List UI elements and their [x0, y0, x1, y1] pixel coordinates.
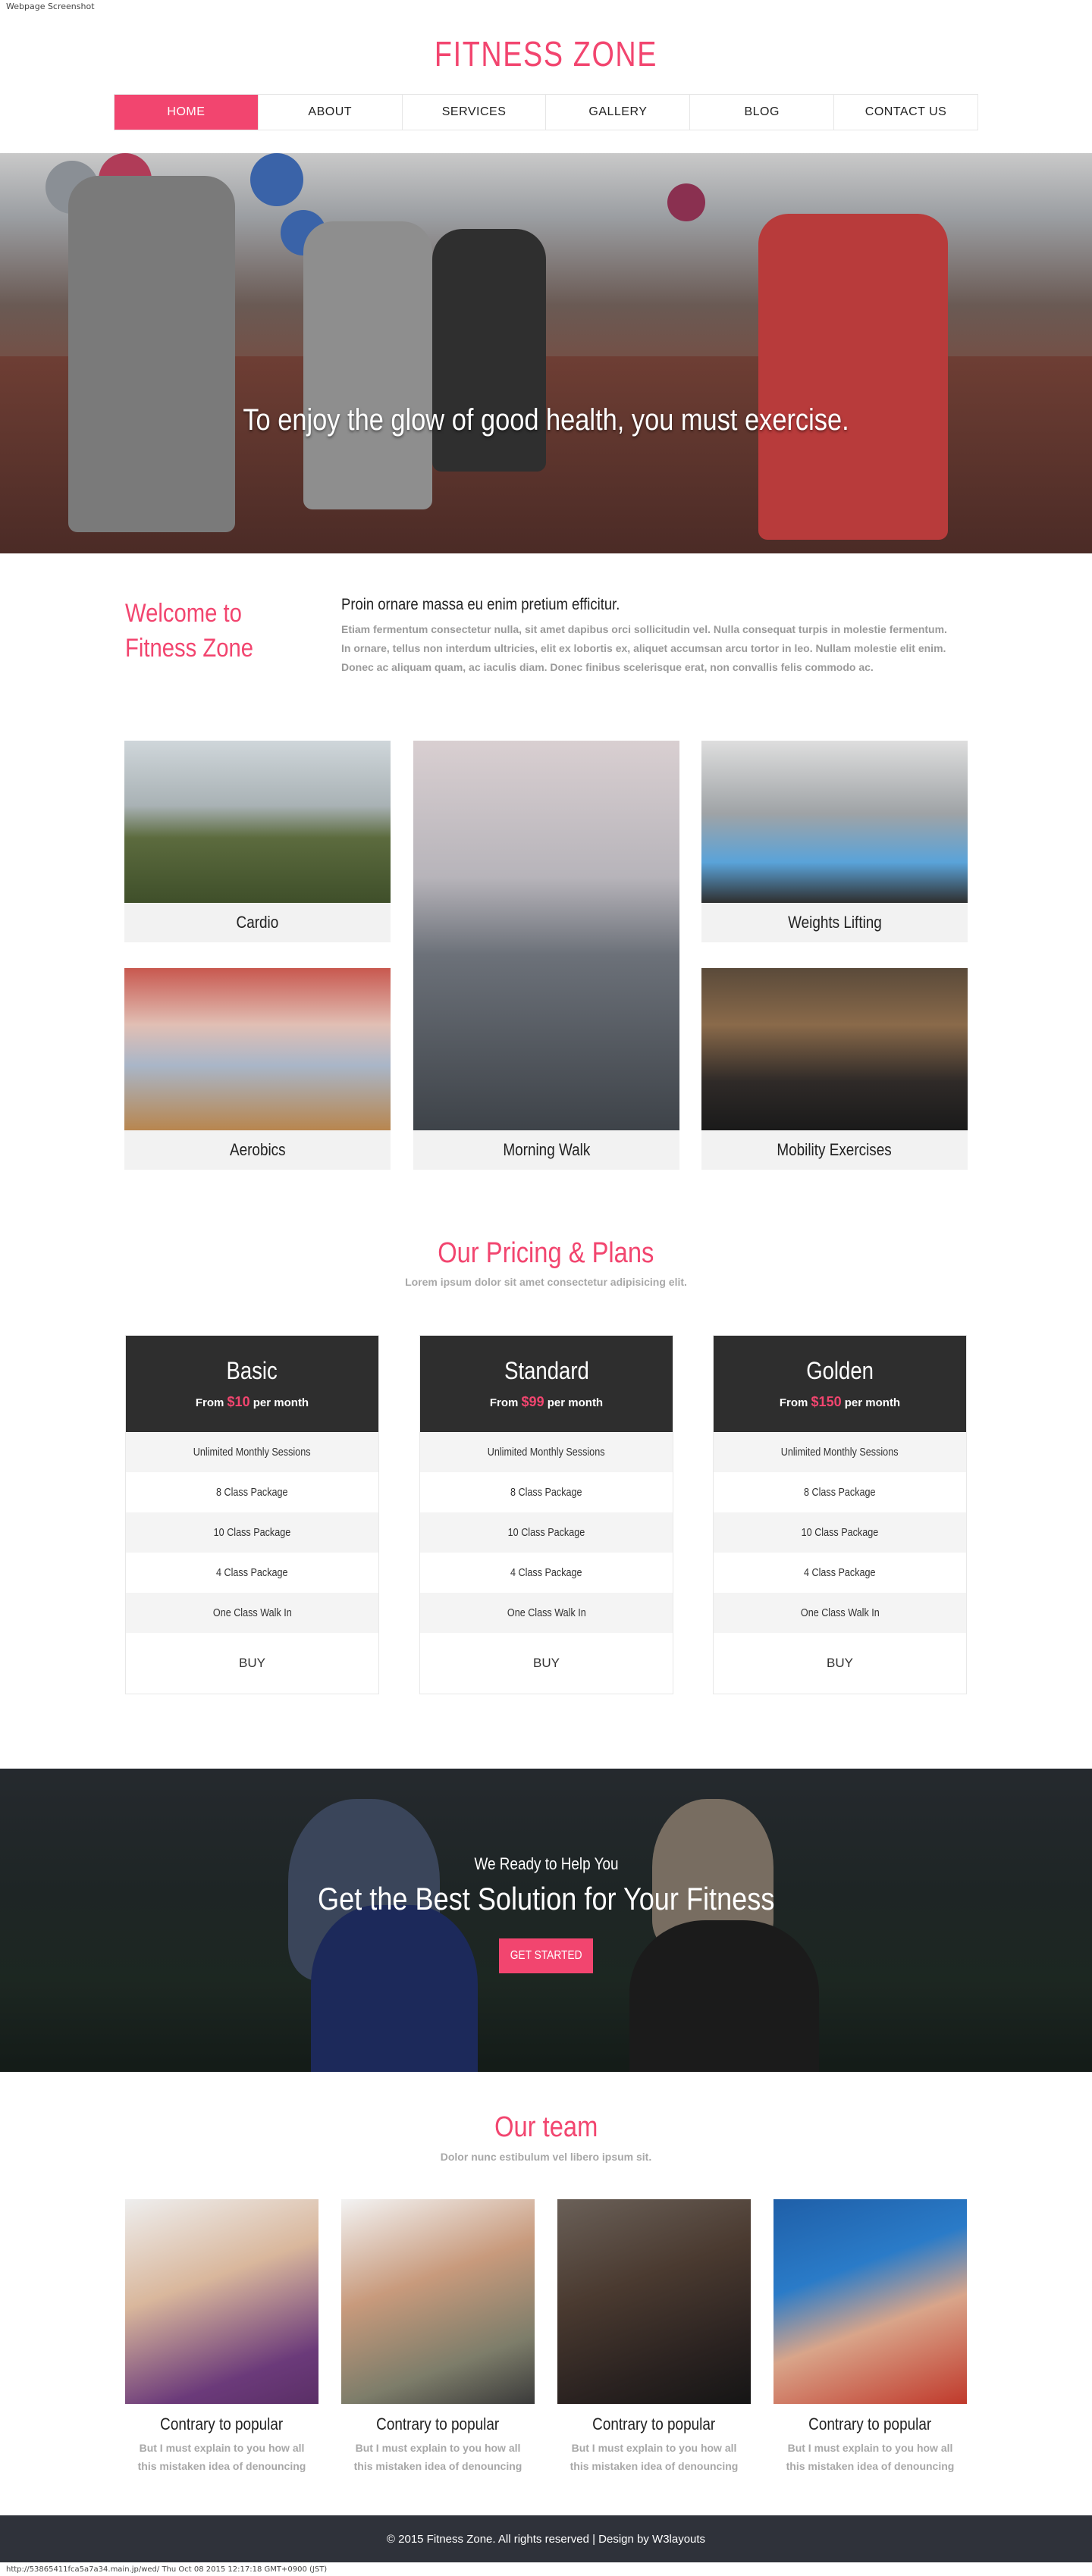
pricing-title: Our Pricing & Plans — [438, 1237, 654, 1269]
weights-lifting-image — [701, 741, 968, 903]
plan-feature: 8 Class Package — [216, 1486, 288, 1499]
plan-feature: 4 Class Package — [216, 1566, 288, 1579]
buy-button[interactable]: BUY — [126, 1633, 378, 1694]
nav-home[interactable]: HOME — [115, 95, 259, 130]
plan-header: Basic From $10 per month — [126, 1336, 378, 1432]
cardio-image — [124, 741, 391, 903]
team-member: Contrary to popular But I must explain t… — [557, 2199, 751, 2475]
get-started-button[interactable]: GET STARTED — [499, 1938, 593, 1973]
cta-headline: Get the Best Solution for Your Fitness — [317, 1881, 775, 1916]
member-photo — [341, 2199, 535, 2404]
plan-feature: Unlimited Monthly Sessions — [714, 1432, 966, 1472]
screenshot-caption: Webpage Screenshot — [6, 2, 95, 11]
plan-feature: 8 Class Package — [510, 1486, 582, 1499]
athlete-figure — [68, 176, 235, 532]
athlete-figure — [303, 221, 432, 509]
main-nav: HOME ABOUT SERVICES GALLERY BLOG CONTACT… — [114, 94, 978, 130]
nav-about[interactable]: ABOUT — [259, 95, 403, 130]
plan-feature: Unlimited Monthly Sessions — [126, 1432, 378, 1472]
morning-walk-image — [413, 741, 679, 1130]
site-logo[interactable]: FITNESS ZONE — [99, 33, 994, 74]
nav-blog[interactable]: BLOG — [690, 95, 835, 130]
mobility-image — [701, 968, 968, 1130]
nav-services[interactable]: SERVICES — [403, 95, 547, 130]
member-name: Contrary to popular — [592, 2415, 716, 2433]
gym-ball — [667, 183, 705, 221]
plan-price: From $99 per month — [489, 1394, 604, 1409]
member-name: Contrary to popular — [808, 2415, 932, 2433]
service-label: Mobility Exercises — [777, 1140, 893, 1159]
plan-name: Golden — [806, 1357, 874, 1384]
service-card-weights-lifting[interactable]: Weights Lifting — [701, 741, 968, 942]
cta-kicker: We Ready to Help You — [473, 1854, 619, 1873]
team-member: Contrary to popular But I must explain t… — [774, 2199, 967, 2475]
hero-tagline: To enjoy the glow of good health, you mu… — [243, 403, 849, 437]
aerobics-image — [124, 968, 391, 1130]
plan-feature: One Class Walk In — [126, 1593, 378, 1633]
plan-feature: 4 Class Package — [804, 1566, 876, 1579]
plan-feature: 4 Class Package — [510, 1566, 582, 1579]
plan-basic: Basic From $10 per month Unlimited Month… — [125, 1335, 379, 1694]
plan-name: Standard — [504, 1357, 589, 1384]
member-desc: But I must explain to you how all this m… — [786, 2442, 955, 2472]
member-name: Contrary to popular — [160, 2415, 284, 2433]
plan-feature: 8 Class Package — [804, 1486, 876, 1499]
plan-feature: Unlimited Monthly Sessions — [420, 1432, 673, 1472]
plan-feature: One Class Walk In — [420, 1593, 673, 1633]
service-label: Weights Lifting — [787, 913, 882, 932]
plan-feature: 10 Class Package — [420, 1512, 673, 1553]
pricing-subtitle: Lorem ipsum dolor sit amet consectetur a… — [405, 1276, 687, 1288]
member-name: Contrary to popular — [376, 2415, 500, 2433]
plan-name: Basic — [226, 1357, 278, 1384]
member-photo — [125, 2199, 318, 2404]
service-card-mobility[interactable]: Mobility Exercises — [701, 968, 968, 1170]
buy-button[interactable]: BUY — [714, 1633, 966, 1694]
hero-banner: To enjoy the glow of good health, you mu… — [0, 153, 1092, 553]
plan-feature: 10 Class Package — [126, 1512, 378, 1553]
plan-feature: One Class Walk In — [714, 1593, 966, 1633]
gym-ball — [250, 153, 303, 206]
member-photo — [557, 2199, 751, 2404]
plan-golden: Golden From $150 per month Unlimited Mon… — [713, 1335, 967, 1694]
plan-header: Golden From $150 per month — [714, 1336, 966, 1432]
service-label: Cardio — [236, 913, 279, 932]
nav-gallery[interactable]: GALLERY — [546, 95, 691, 130]
athlete-figure — [758, 214, 948, 540]
team-member: Contrary to popular But I must explain t… — [341, 2199, 535, 2475]
cta-banner: We Ready to Help You Get the Best Soluti… — [0, 1769, 1092, 2072]
member-desc: But I must explain to you how all this m… — [137, 2442, 306, 2472]
welcome-body: Etiam fermentum consectetur nulla, sit a… — [341, 623, 947, 673]
service-card-morning-walk[interactable]: Morning Walk — [413, 741, 679, 1170]
plan-header: Standard From $99 per month — [420, 1336, 673, 1432]
team-member: Contrary to popular But I must explain t… — [125, 2199, 318, 2475]
cta-overlay — [0, 1769, 1092, 2072]
member-desc: But I must explain to you how all this m… — [353, 2442, 522, 2472]
welcome-title: Welcome to Fitness Zone — [125, 599, 254, 663]
buy-button[interactable]: BUY — [420, 1633, 673, 1694]
plan-feature: 10 Class Package — [714, 1512, 966, 1553]
nav-contact[interactable]: CONTACT US — [834, 95, 977, 130]
service-card-aerobics[interactable]: Aerobics — [124, 968, 391, 1170]
plan-standard: Standard From $99 per month Unlimited Mo… — [419, 1335, 673, 1694]
team-subtitle: Dolor nunc estibulum vel libero ipsum si… — [440, 2151, 652, 2163]
service-card-cardio[interactable]: Cardio — [124, 741, 391, 942]
service-label: Aerobics — [229, 1140, 286, 1159]
member-desc: But I must explain to you how all this m… — [570, 2442, 739, 2472]
plan-price: From $10 per month — [195, 1394, 309, 1409]
welcome-subtitle: Proin ornare massa eu enim pretium effic… — [341, 596, 620, 613]
member-photo — [774, 2199, 967, 2404]
service-label: Morning Walk — [503, 1140, 590, 1159]
site-footer: © 2015 Fitness Zone. All rights reserved… — [0, 2515, 1092, 2562]
screenshot-url-caption: http://53865411fca5a7a34.main.jp/wed/ Th… — [6, 2565, 328, 2574]
plan-price: From $150 per month — [779, 1394, 901, 1409]
team-title: Our team — [494, 2111, 598, 2143]
